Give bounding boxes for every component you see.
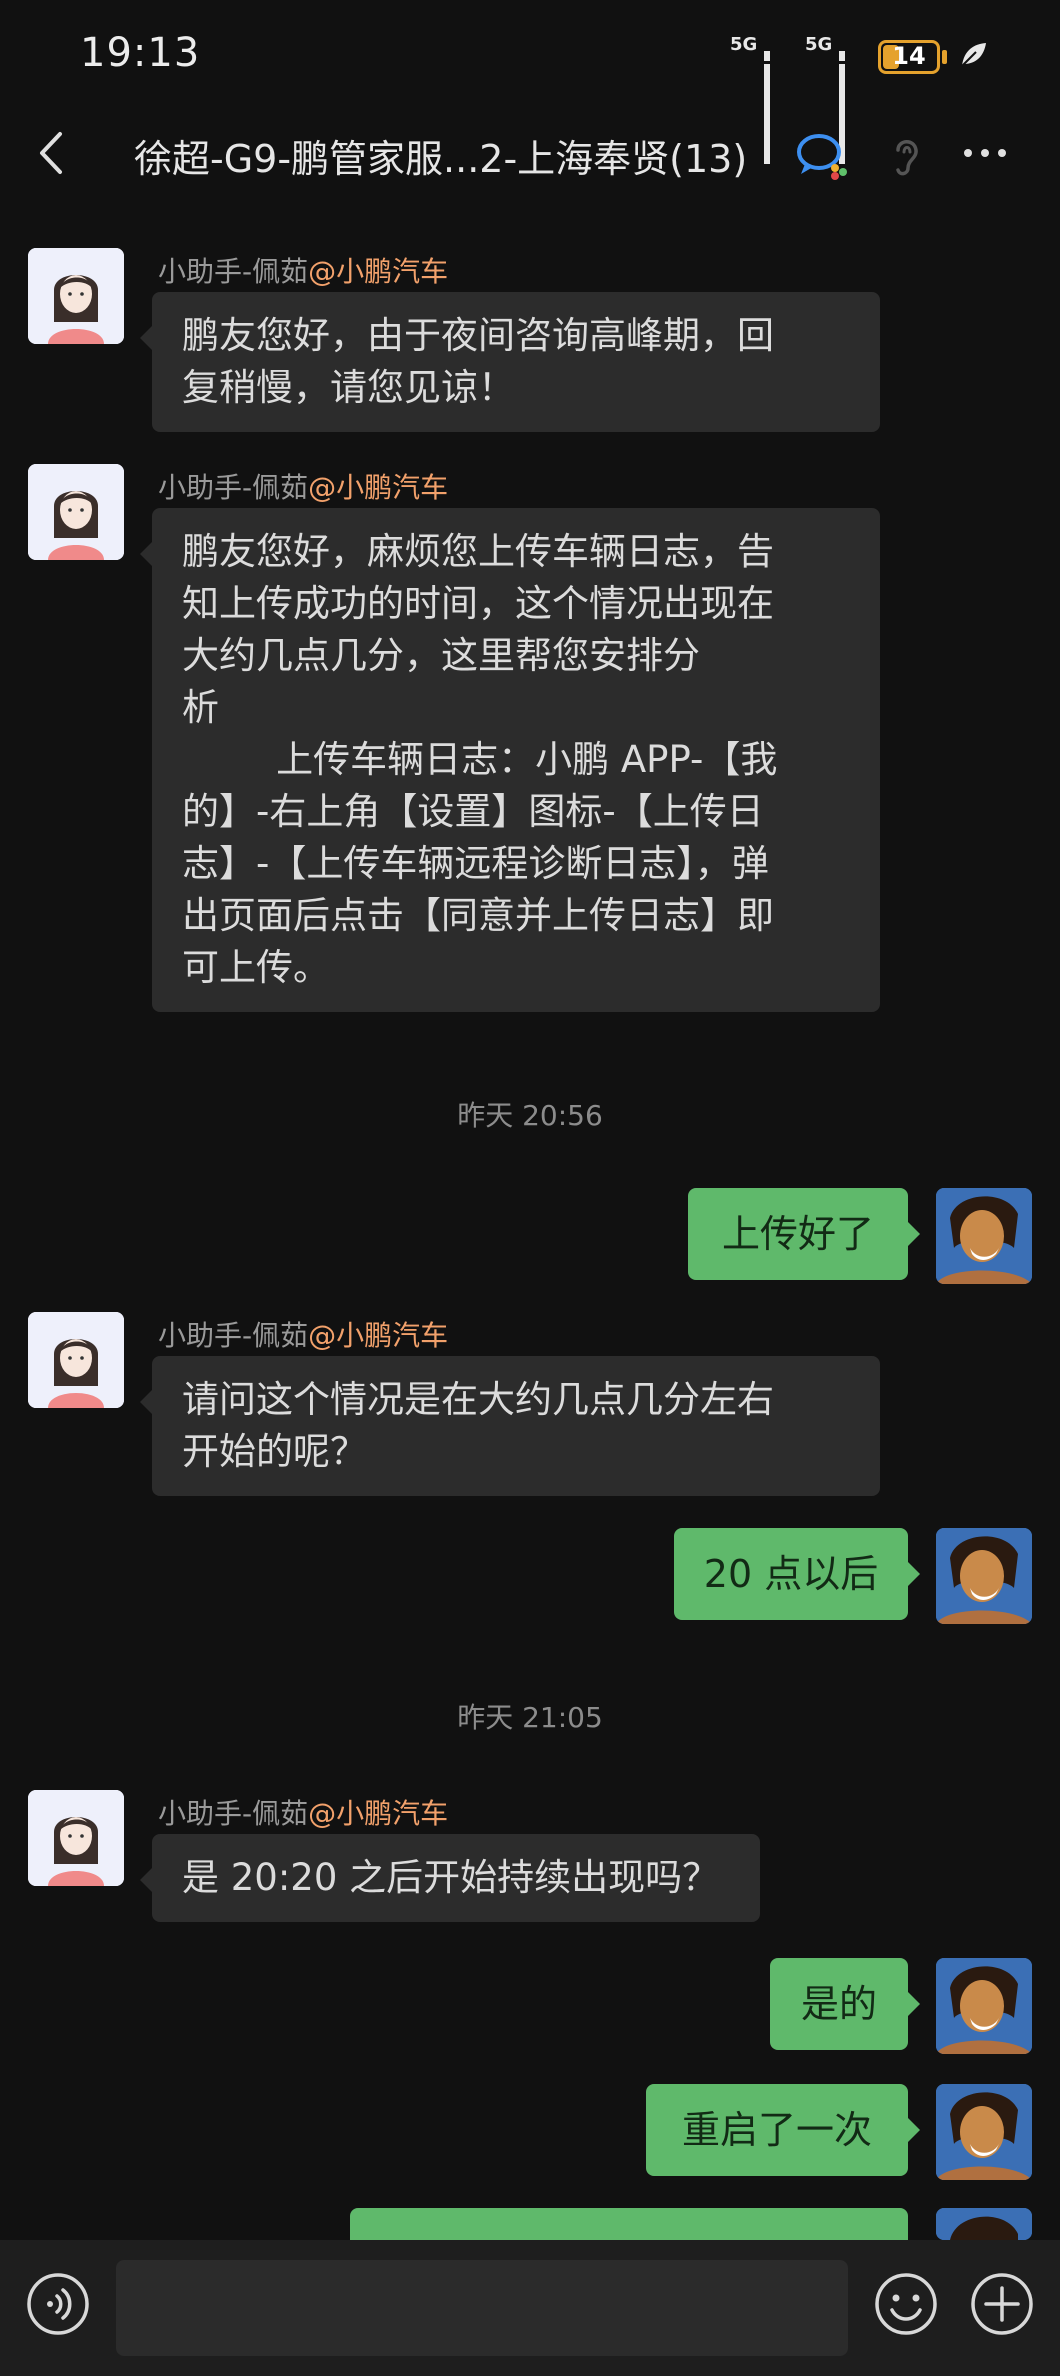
signal-bars-icon [764,42,773,164]
sender-org: @小鹏汽车 [308,471,449,504]
agent-avatar[interactable] [28,1790,124,1886]
plus-icon[interactable] [970,2272,1034,2336]
message-bubble-incoming[interactable]: 鹏友您好，麻烦您上传车辆日志，告 知上传成功的时间，这个情况出现在 大约几点几分… [140,508,880,1012]
sender-label: 小助手-佩茹@小鹏汽车 [158,1314,448,1354]
agent-avatar[interactable] [28,1312,124,1408]
network-type-label: 5G [730,34,758,55]
battery-icon: 14 [878,40,940,74]
chat-title: 徐超-G9-鹏管家服...2-上海奉贤(13) [134,137,748,181]
sender-name: 小助手-佩茹 [158,1319,309,1352]
power-saving-leaf-icon [961,43,986,67]
battery-level: 14 [892,42,926,70]
message-bubble-incoming[interactable]: 请问这个情况是在大约几点几分左右 开始的呢？ [140,1356,880,1496]
chat-bubbles-icon[interactable] [795,132,851,180]
timestamp-divider: 昨天 21:05 [457,1701,603,1734]
battery-cap [942,50,947,64]
sender-org: @小鹏汽车 [308,1797,449,1830]
message-bubble-outgoing[interactable]: 是的 [770,1958,920,2050]
agent-avatar[interactable] [28,248,124,344]
sender-org: @小鹏汽车 [308,1319,449,1352]
agent-avatar[interactable] [28,464,124,560]
more-dots-icon[interactable] [964,142,1015,161]
message-input[interactable] [116,2260,848,2356]
message-bubble-outgoing[interactable]: 上传好了 [688,1188,920,1280]
timestamp-divider: 昨天 20:56 [457,1099,603,1132]
sender-label: 小助手-佩茹@小鹏汽车 [158,466,448,506]
message-bubble-incoming[interactable]: 鹏友您好，由于夜间咨询高峰期，回 复稍慢，请您见谅！ [140,292,880,432]
sender-org: @小鹏汽车 [308,255,449,288]
sender-label: 小助手-佩茹@小鹏汽车 [158,250,448,290]
my-avatar[interactable] [936,2084,1032,2180]
sender-label: 小助手-佩茹@小鹏汽车 [158,1792,448,1832]
sender-name: 小助手-佩茹 [158,1797,309,1830]
my-avatar[interactable] [936,2208,1032,2240]
voice-icon[interactable] [26,2272,90,2336]
my-avatar[interactable] [936,1958,1032,2054]
message-bubble-incoming[interactable]: 是 20:20 之后开始持续出现吗？ [140,1834,760,1922]
sender-name: 小助手-佩茹 [158,255,309,288]
message-bubble-outgoing[interactable]: 20 点以后 [674,1528,920,1620]
back-chevron-icon[interactable] [36,128,66,178]
message-bubble-outgoing[interactable]: 重启了一次 [646,2084,920,2176]
network-type-label: 5G [805,34,833,55]
my-avatar[interactable] [936,1188,1032,1284]
my-avatar[interactable] [936,1528,1032,1624]
status-time: 19:13 [80,30,201,76]
sender-name: 小助手-佩茹 [158,471,309,504]
emoji-icon[interactable] [874,2272,938,2336]
ear-icon[interactable] [890,134,922,178]
